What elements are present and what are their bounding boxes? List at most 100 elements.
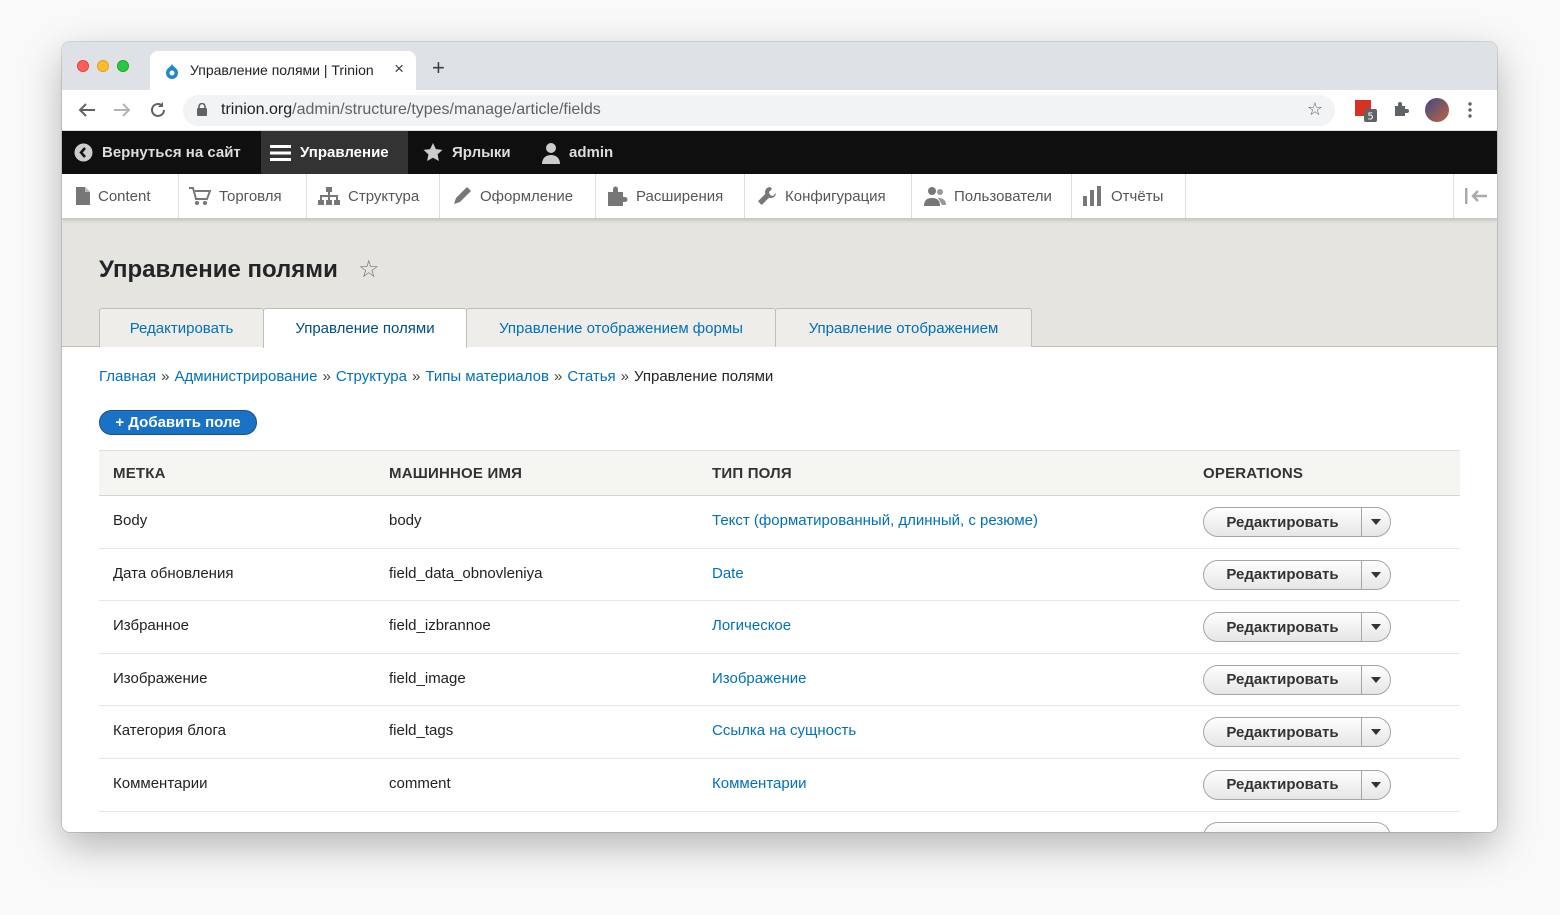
- field-label: Категория блога: [113, 722, 226, 740]
- url-text: trinion.org/admin/structure/types/manage…: [221, 101, 601, 118]
- table-row: Изображение field_image Изображение Реда…: [99, 654, 1460, 707]
- breadcrumb-link[interactable]: Типы материалов: [425, 368, 549, 385]
- tab-close-icon[interactable]: ×: [394, 59, 404, 79]
- field-type-link[interactable]: Текст (форматированный, длинный, с резюм…: [712, 512, 1038, 529]
- operations-dropbutton: [1203, 821, 1391, 832]
- menu-item-label: Отчёты: [1111, 187, 1164, 205]
- cart-icon: [189, 187, 211, 205]
- dropdown-toggle[interactable]: [1362, 613, 1390, 641]
- menu-item-structure[interactable]: Структура: [307, 174, 440, 218]
- tab-strip: Управление полями | Trinion × +: [62, 42, 1497, 90]
- back-to-site-link[interactable]: Вернуться на сайт: [74, 131, 259, 174]
- dropdown-toggle[interactable]: [1362, 666, 1390, 694]
- profile-avatar[interactable]: [1425, 98, 1449, 122]
- dropdown-toggle[interactable]: [1362, 771, 1390, 799]
- svg-text:5: 5: [1367, 112, 1373, 123]
- puzzle-extensions-icon[interactable]: [1392, 101, 1410, 119]
- table-row: Дата обновления field_data_obnovleniya D…: [99, 549, 1460, 602]
- menu-item-configuration[interactable]: Конфигурация: [745, 174, 912, 218]
- field-machine-name: field_izbrannoe: [389, 617, 491, 635]
- browser-tab[interactable]: Управление полями | Trinion ×: [150, 51, 416, 90]
- add-field-button[interactable]: + Добавить поле: [99, 410, 257, 435]
- field-type-link[interactable]: Логическое: [712, 617, 791, 634]
- edit-button[interactable]: Редактировать: [1204, 770, 1362, 799]
- column-header-operations: Operations: [1203, 465, 1304, 482]
- menu-item-extend[interactable]: Расширения: [596, 174, 745, 218]
- admin-menu-tray: Content Торговля Структура Оформление Ра…: [62, 174, 1497, 219]
- tab-edit[interactable]: Редактировать: [99, 308, 264, 347]
- operations-dropbutton: Редактировать: [1203, 717, 1391, 748]
- reload-icon[interactable]: [149, 101, 167, 119]
- chevron-down-icon: [1371, 571, 1381, 578]
- menu-item-commerce[interactable]: Торговля: [179, 174, 307, 218]
- new-tab-button[interactable]: +: [432, 55, 445, 81]
- menu-item-reports[interactable]: Отчёты: [1072, 174, 1186, 218]
- drupal-favicon-icon: [166, 64, 178, 79]
- user-icon: [542, 142, 560, 164]
- collapse-left-icon: [1464, 188, 1487, 204]
- tray-orientation-toggle[interactable]: [1453, 174, 1497, 218]
- browser-window: Управление полями | Trinion × + trinion.…: [62, 42, 1497, 832]
- hamburger-icon: [270, 144, 291, 161]
- address-bar[interactable]: trinion.org/admin/structure/types/manage…: [183, 95, 1335, 126]
- lock-icon: [197, 103, 207, 116]
- shortcuts-label: Ярлыки: [452, 144, 511, 161]
- breadcrumb-link[interactable]: Структура: [336, 368, 407, 385]
- field-machine-name: comment: [389, 774, 451, 792]
- edit-button[interactable]: Редактировать: [1204, 508, 1362, 536]
- breadcrumb: Главная» Администрирование» Структура» Типы…: [99, 368, 773, 385]
- bookmark-star-icon[interactable]: ☆: [1307, 99, 1323, 120]
- breadcrumb-separator: »: [161, 368, 170, 385]
- edit-button[interactable]: Редактировать: [1204, 560, 1362, 589]
- column-header-field-type: Тип поля: [712, 465, 792, 482]
- field-machine-name: field_image: [389, 669, 466, 687]
- tab-manage-display[interactable]: Управление отображением: [775, 308, 1032, 347]
- field-machine-name: field_tags: [389, 722, 454, 740]
- breadcrumb-link[interactable]: Администрирование: [174, 368, 317, 385]
- menu-item-label: Оформление: [480, 187, 574, 205]
- minimize-window-button[interactable]: [97, 60, 109, 72]
- people-icon: [924, 187, 946, 206]
- chevron-down-icon: [1371, 519, 1381, 525]
- breadcrumb-link[interactable]: Главная: [99, 368, 156, 385]
- tab-manage-form-display[interactable]: Управление отображением формы: [466, 308, 776, 347]
- table-row-partial: [99, 812, 1460, 832]
- dropdown-toggle[interactable]: [1362, 508, 1390, 536]
- field-type-link[interactable]: Date: [712, 565, 744, 582]
- tab-manage-fields[interactable]: Управление полями: [263, 308, 467, 348]
- breadcrumb-separator: »: [553, 368, 563, 385]
- extension-icon[interactable]: 5: [1355, 100, 1377, 127]
- table-row: Категория блога field_tags Ссылка на сущ…: [99, 706, 1460, 759]
- close-window-button[interactable]: [77, 60, 89, 72]
- file-icon: [76, 187, 90, 205]
- tab-title: Управление полями | Trinion: [190, 62, 374, 78]
- field-type-link[interactable]: Ссылка на сущность: [712, 722, 856, 739]
- edit-button[interactable]: Редактировать: [1204, 718, 1362, 747]
- add-shortcut-star-icon[interactable]: ☆: [358, 255, 380, 284]
- back-arrow-icon[interactable]: [78, 102, 96, 118]
- breadcrumb-link[interactable]: Статья: [567, 368, 615, 385]
- user-label: admin: [569, 144, 614, 161]
- edit-button[interactable]: Редактировать: [1204, 613, 1362, 642]
- manage-menu-toggle[interactable]: Управление: [261, 131, 408, 174]
- menu-item-content[interactable]: Content: [62, 174, 179, 218]
- field-machine-name: field_data_obnovleniya: [389, 564, 543, 582]
- menu-item-appearance[interactable]: Оформление: [440, 174, 596, 218]
- admin-toolbar: Вернуться на сайт Управление Ярлыки admi…: [62, 131, 1497, 174]
- forward-arrow-icon[interactable]: [113, 102, 131, 118]
- edit-button[interactable]: Редактировать: [1204, 665, 1362, 694]
- shortcuts-menu-toggle[interactable]: Ярлыки: [423, 131, 511, 174]
- field-type-link[interactable]: Изображение: [712, 670, 807, 687]
- menu-item-label: Пользователи: [954, 187, 1052, 205]
- menu-item-people[interactable]: Пользователи: [912, 174, 1072, 218]
- user-menu-toggle[interactable]: admin: [542, 131, 613, 174]
- field-type-link[interactable]: Комментарии: [712, 775, 806, 792]
- field-machine-name: body: [389, 512, 422, 529]
- page-header: Управление полями ☆ Редактировать Управл…: [62, 219, 1497, 348]
- more-menu-icon[interactable]: [1468, 102, 1472, 118]
- column-header-machine-name: Машинное имя: [389, 465, 523, 482]
- maximize-window-button[interactable]: [117, 60, 129, 72]
- dropdown-toggle[interactable]: [1362, 561, 1390, 589]
- fields-table: Метка Машинное имя Тип поля Operations B…: [99, 450, 1460, 832]
- dropdown-toggle[interactable]: [1362, 718, 1390, 746]
